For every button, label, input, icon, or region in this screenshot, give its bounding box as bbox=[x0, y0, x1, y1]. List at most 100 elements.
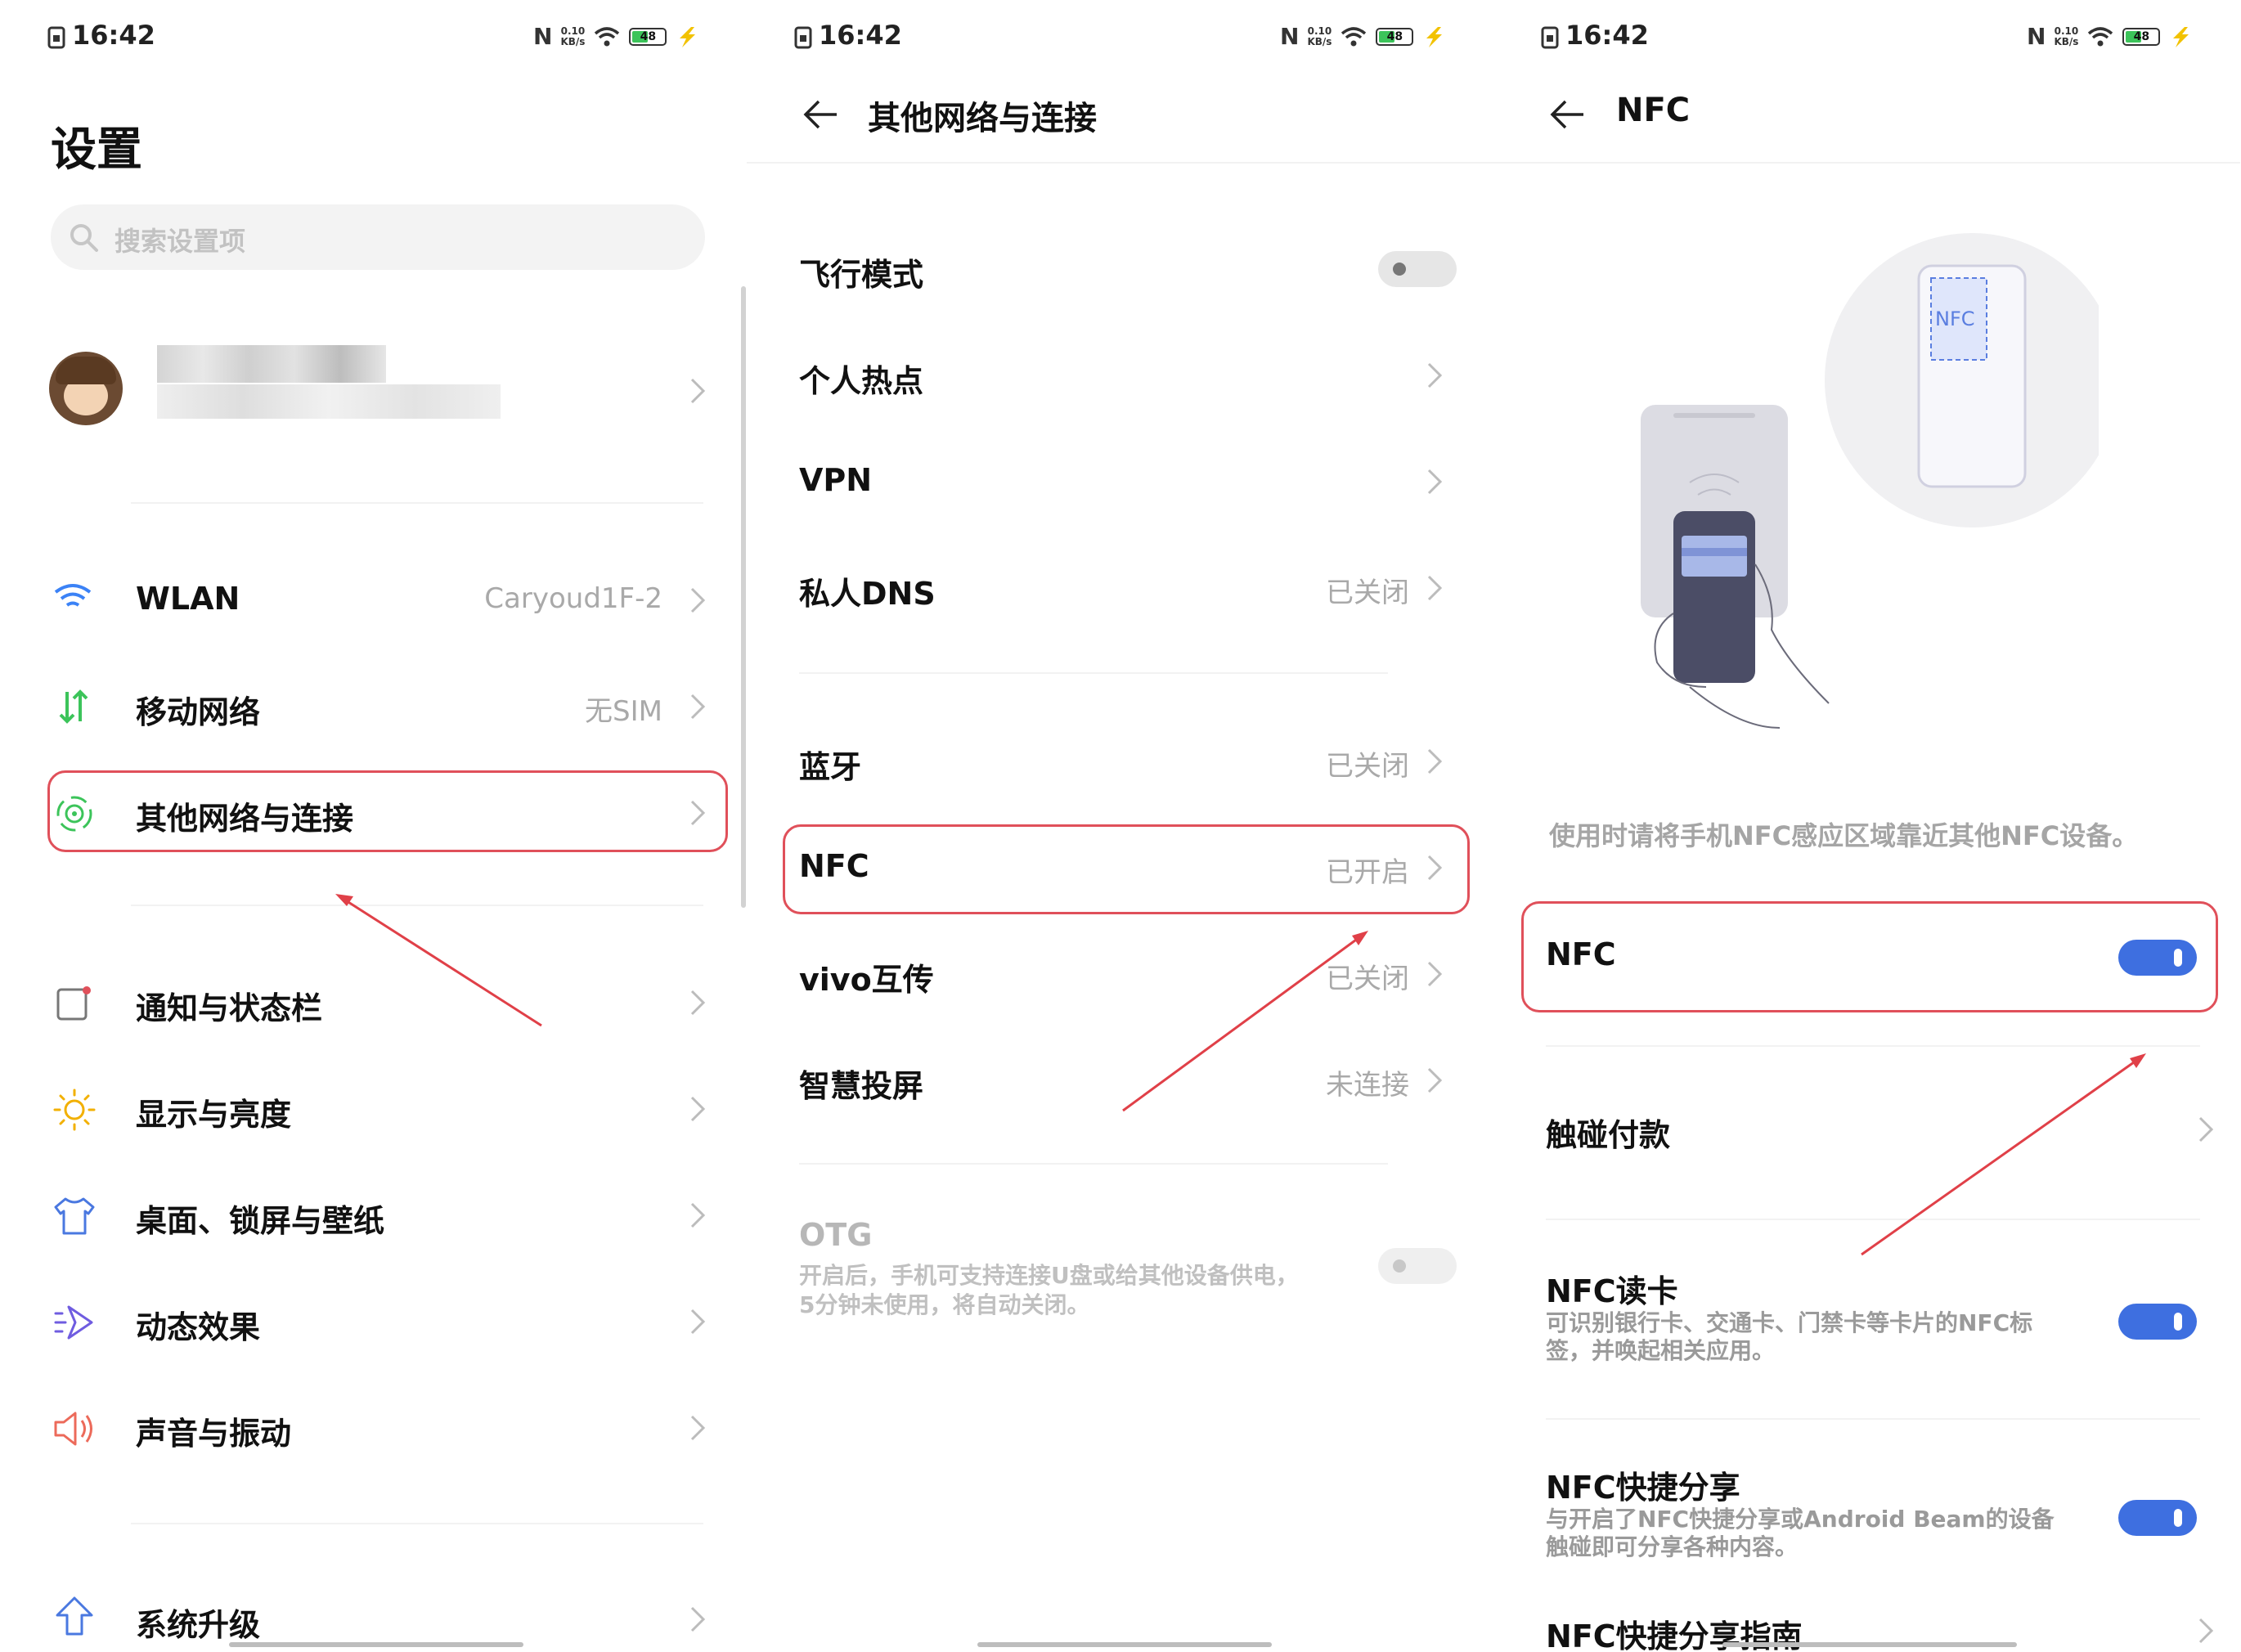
theme-shirt-icon bbox=[54, 1197, 95, 1235]
chevron-right-icon bbox=[690, 1202, 706, 1228]
divider bbox=[799, 1163, 1388, 1165]
mobile-data-icon bbox=[59, 689, 88, 724]
wifi-status-icon bbox=[2088, 26, 2113, 46]
item-vpn[interactable]: VPN bbox=[779, 446, 1458, 519]
search-input[interactable]: 搜索设置项 bbox=[51, 204, 705, 270]
wifi-status-icon bbox=[595, 26, 620, 46]
item-value: 已关闭 bbox=[1326, 750, 1409, 783]
item-value: 已开启 bbox=[1326, 856, 1409, 889]
chevron-right-icon bbox=[690, 694, 706, 720]
chevron-right-icon bbox=[1427, 1067, 1443, 1093]
upgrade-arrow-icon bbox=[56, 1596, 93, 1636]
effects-icon bbox=[54, 1305, 93, 1340]
reader-desc-line1: 可识别银行卡、交通卡、门禁卡等卡片的NFC标 bbox=[1546, 1309, 2033, 1336]
divider bbox=[799, 672, 1388, 674]
battery-icon: 48 bbox=[629, 27, 667, 46]
home-indicator[interactable] bbox=[977, 1642, 1272, 1647]
chevron-right-icon bbox=[1427, 855, 1443, 881]
search-placeholder: 搜索设置项 bbox=[115, 226, 246, 257]
settings-item-effects[interactable]: 动态效果 bbox=[33, 1286, 712, 1359]
otg-toggle bbox=[1378, 1248, 1457, 1284]
item-nfc[interactable]: NFC 已开启 bbox=[779, 832, 1458, 905]
status-time: 16:42 bbox=[72, 20, 155, 51]
nfc-illustration: NFC bbox=[1641, 221, 2099, 744]
nfc-share-toggle[interactable] bbox=[2118, 1500, 2197, 1536]
item-label: 系统升级 bbox=[136, 1607, 261, 1643]
scrollbar[interactable] bbox=[741, 286, 746, 908]
nfc-reader-toggle[interactable] bbox=[2118, 1304, 2197, 1340]
nfc-toggle[interactable] bbox=[2118, 940, 2197, 976]
item-nfc-switch[interactable]: NFC bbox=[1526, 920, 2205, 994]
back-arrow-icon[interactable] bbox=[1547, 95, 1587, 134]
charging-icon bbox=[1426, 26, 1443, 47]
item-label: 声音与振动 bbox=[136, 1416, 292, 1452]
chevron-right-icon bbox=[1427, 575, 1443, 601]
item-label: OTG bbox=[799, 1217, 873, 1253]
item-nfc-quick-share[interactable]: NFC快捷分享 与开启了NFC快捷分享或Android Beam的设备 触碰即可… bbox=[1526, 1456, 2205, 1578]
status-icons: N 0.10 KB/s 48 bbox=[1280, 23, 1446, 50]
item-label: NFC bbox=[799, 848, 869, 884]
settings-item-wlan[interactable]: WLAN Caryoud1F-2 bbox=[33, 564, 712, 638]
divider bbox=[1546, 1418, 2200, 1420]
chevron-right-icon bbox=[1427, 362, 1443, 388]
item-tap-to-pay[interactable]: 触碰付款 bbox=[1526, 1093, 2214, 1167]
nfc-screen: 16:42 N 0.10 KB/s 48 NFC NFC 使用时请将手机NFC感… bbox=[1493, 0, 2240, 1652]
settings-item-sound[interactable]: 声音与振动 bbox=[33, 1392, 712, 1466]
item-label: 动态效果 bbox=[136, 1309, 261, 1345]
sim-icon bbox=[1541, 26, 1559, 49]
item-vivo-share[interactable]: vivo互传 已关闭 bbox=[779, 938, 1458, 1012]
item-label: vivo互传 bbox=[799, 962, 934, 998]
item-otg[interactable]: OTG 开启后，手机可支持连接U盘或给其他设备供电， 5分钟未使用，将自动关闭。 bbox=[779, 1212, 1458, 1327]
avatar bbox=[49, 352, 123, 425]
status-time: 16:42 bbox=[1565, 20, 1649, 51]
item-screen-cast[interactable]: 智慧投屏 未连接 bbox=[779, 1044, 1458, 1118]
brightness-icon bbox=[53, 1089, 96, 1131]
item-nfc-reader[interactable]: NFC读卡 可识别银行卡、交通卡、门禁卡等卡片的NFC标 签，并唤起相关应用。 bbox=[1526, 1259, 2205, 1382]
net-speed: 0.10 KB/s bbox=[560, 25, 586, 47]
chevron-right-icon bbox=[2198, 1116, 2214, 1142]
home-indicator[interactable] bbox=[229, 1642, 523, 1647]
settings-item-notifications[interactable]: 通知与状态栏 bbox=[33, 967, 712, 1040]
nfc-status-icon: N bbox=[2027, 23, 2046, 50]
item-label: 通知与状态栏 bbox=[136, 990, 323, 1026]
item-label: 蓝牙 bbox=[799, 749, 862, 785]
header-divider bbox=[1493, 162, 2240, 164]
item-hotspot[interactable]: 个人热点 bbox=[779, 339, 1458, 413]
back-arrow-icon[interactable] bbox=[801, 95, 840, 134]
chevron-right-icon bbox=[690, 800, 706, 826]
item-label: 移动网络 bbox=[136, 694, 261, 730]
item-value: Caryoud1F-2 bbox=[484, 582, 662, 615]
net-speed: 0.10 KB/s bbox=[2054, 25, 2079, 47]
item-bluetooth[interactable]: 蓝牙 已关闭 bbox=[779, 725, 1458, 799]
item-label: 智慧投屏 bbox=[799, 1068, 924, 1104]
divider bbox=[131, 1523, 703, 1524]
settings-item-mobile-network[interactable]: 移动网络 无SIM bbox=[33, 671, 712, 744]
settings-item-display[interactable]: 显示与亮度 bbox=[33, 1073, 712, 1147]
share-desc-line2: 触碰即可分享各种内容。 bbox=[1546, 1533, 1799, 1560]
page-title: NFC bbox=[1616, 92, 1691, 129]
item-label: 显示与亮度 bbox=[136, 1097, 292, 1133]
airplane-toggle[interactable] bbox=[1378, 251, 1457, 287]
status-time: 16:42 bbox=[819, 20, 902, 51]
settings-item-system-upgrade[interactable]: 系统升级 bbox=[33, 1580, 712, 1652]
nfc-status-icon: N bbox=[1280, 23, 1300, 50]
settings-item-wallpaper[interactable]: 桌面、锁屏与壁纸 bbox=[33, 1179, 712, 1253]
item-private-dns[interactable]: 私人DNS 已关闭 bbox=[779, 552, 1458, 626]
home-indicator[interactable] bbox=[1722, 1642, 2017, 1647]
other-networks-screen: 16:42 N 0.10 KB/s 48 其他网络与连接 飞行模式 个人热点 VP… bbox=[747, 0, 1493, 1652]
chevron-right-icon bbox=[2198, 1618, 2214, 1644]
page-title: 设置 bbox=[51, 123, 142, 177]
divider bbox=[131, 905, 703, 906]
chevron-right-icon bbox=[1427, 469, 1443, 495]
item-label: 飞行模式 bbox=[799, 257, 924, 293]
chevron-right-icon bbox=[690, 990, 706, 1016]
blurred-account-info bbox=[157, 384, 501, 419]
item-value: 已关闭 bbox=[1326, 577, 1409, 609]
sim-icon bbox=[47, 26, 65, 49]
settings-item-other-networks[interactable]: 其他网络与连接 bbox=[33, 777, 712, 851]
reader-desc-line2: 签，并唤起相关应用。 bbox=[1546, 1337, 1776, 1364]
nfc-tag-label: NFC bbox=[1935, 308, 1975, 330]
item-airplane-mode[interactable]: 飞行模式 bbox=[779, 233, 1458, 307]
account-row[interactable] bbox=[33, 327, 712, 442]
connection-icon bbox=[56, 796, 92, 832]
